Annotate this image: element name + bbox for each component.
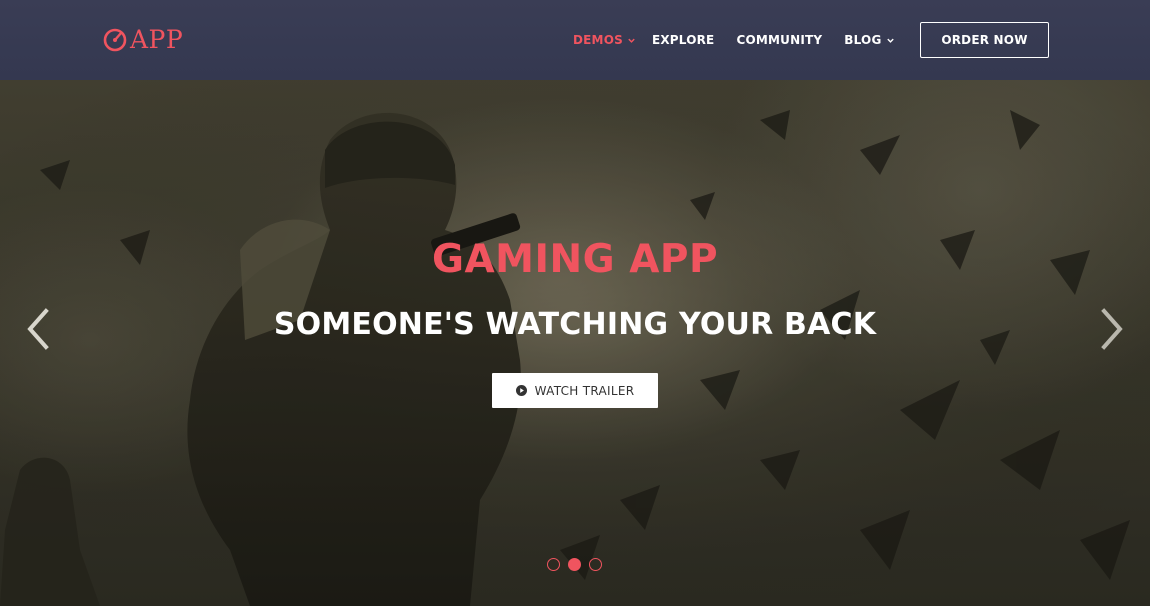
nav-item-community[interactable]: COMMUNITY (736, 33, 822, 47)
logo-gauge-icon (103, 28, 127, 52)
nav-item-label: EXPLORE (651, 33, 715, 47)
hero-title: GAMING APP (431, 237, 719, 282)
nav-item-demos[interactable]: DEMOS (573, 33, 636, 47)
chevron-down-icon (628, 38, 635, 43)
nav-item-label: BLOG (844, 33, 882, 47)
slider-dot-3[interactable] (589, 558, 602, 571)
nav-item-explore[interactable]: EXPLORE (652, 33, 715, 47)
site-header: APP DEMOS EXPLORE COMMUNITY BLOG ORDER N… (0, 0, 1150, 80)
nav-item-blog[interactable]: BLOG (844, 33, 894, 47)
logo[interactable]: APP (102, 25, 183, 55)
nav-item-label: COMMUNITY (736, 33, 823, 47)
slider-dot-2[interactable] (568, 558, 581, 571)
hero-subtitle: SOMEONE'S WATCHING YOUR BACK (273, 307, 877, 342)
slider-dots (547, 558, 602, 571)
logo-text: APP (130, 25, 184, 54)
watch-trailer-label: WATCH TRAILER (534, 383, 635, 398)
main-nav: DEMOS EXPLORE COMMUNITY BLOG (573, 32, 895, 48)
watch-trailer-button[interactable]: WATCH TRAILER (492, 373, 658, 408)
hero-background-image (0, 80, 1150, 606)
chevron-down-icon (886, 38, 894, 43)
chevron-left-icon[interactable] (24, 307, 52, 351)
chevron-right-icon[interactable] (1098, 307, 1126, 351)
play-circle-icon (515, 385, 527, 396)
hero-slider: GAMING APP SOMEONE'S WATCHING YOUR BACK … (0, 80, 1150, 606)
order-now-button[interactable]: ORDER NOW (920, 22, 1049, 58)
slider-dot-1[interactable] (547, 558, 560, 571)
nav-item-label: DEMOS (573, 33, 623, 47)
